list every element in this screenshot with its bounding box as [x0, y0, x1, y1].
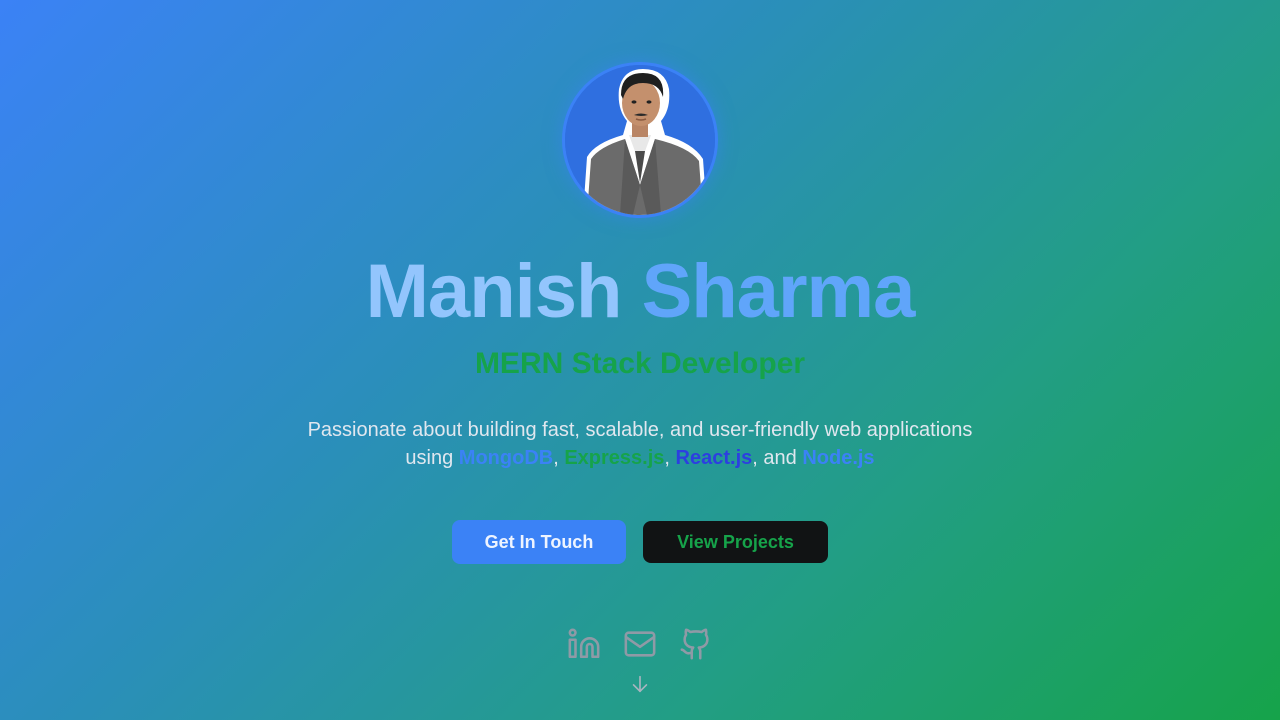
get-in-touch-button[interactable]: Get In Touch: [452, 520, 626, 564]
tech-express: Express.js: [564, 447, 665, 469]
description-sep1: ,: [553, 447, 565, 469]
github-icon[interactable]: [678, 626, 714, 662]
name-first: Manish: [365, 249, 623, 334]
hero-section: Manish Sharma MERN Stack Developer Passi…: [0, 0, 1280, 720]
description-using: using: [405, 447, 459, 469]
portrait-photo: [565, 65, 715, 215]
page-title: Manish Sharma: [0, 248, 1280, 335]
description-line1: Passionate about building fast, scalable…: [307, 419, 973, 441]
role-subtitle: MERN Stack Developer: [474, 347, 806, 380]
profile-avatar: [562, 62, 718, 218]
social-links: [566, 626, 714, 662]
view-projects-button[interactable]: View Projects: [643, 521, 828, 563]
linkedin-icon[interactable]: [566, 626, 602, 662]
description-sep2: ,: [664, 447, 676, 469]
arrow-down-icon[interactable]: [628, 672, 652, 696]
mail-icon[interactable]: [622, 626, 658, 662]
name-last: Sharma: [641, 249, 916, 334]
tech-node: Node.js: [802, 447, 875, 469]
description-sep3: , and: [752, 447, 803, 469]
tech-react: React.js: [675, 447, 753, 469]
tech-mongodb: MongoDB: [458, 447, 554, 469]
intro-description: Passionate about building fast, scalable…: [240, 416, 1040, 472]
